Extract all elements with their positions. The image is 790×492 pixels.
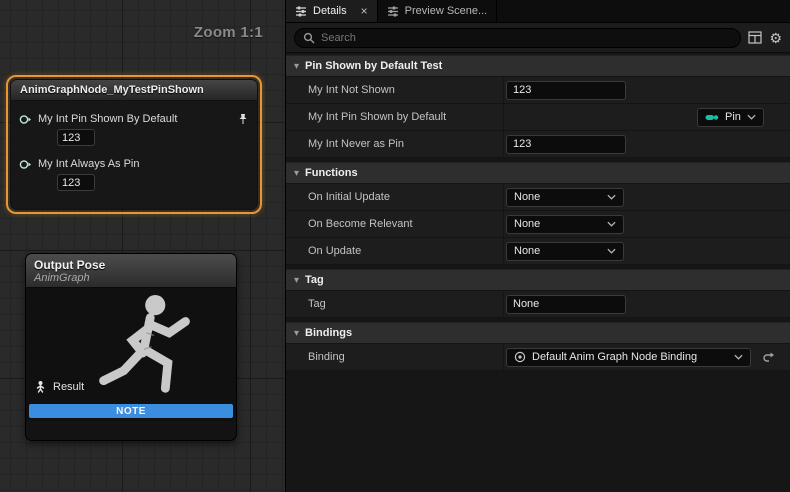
property-list: ▾ Pin Shown by Default Test My Int Not S… <box>286 53 790 492</box>
mannequin-image <box>84 290 224 416</box>
chevron-down-icon <box>607 221 616 227</box>
section-header-bindings[interactable]: ▾ Bindings <box>286 322 790 344</box>
pin-row: My Int Pin Shown By Default <box>19 113 249 125</box>
section-title: Tag <box>305 274 324 286</box>
node-body: My Int Pin Shown By Default My Int Alway… <box>11 101 257 209</box>
my-int-not-shown-input[interactable] <box>506 81 626 100</box>
node-subtitle: AnimGraph <box>34 272 228 284</box>
tag-input[interactable] <box>506 295 626 314</box>
chevron-down-icon: ▾ <box>294 328 299 339</box>
search-input[interactable] <box>321 32 732 44</box>
output-pose-node[interactable]: Output Pose AnimGraph <box>25 253 237 441</box>
chevron-down-icon <box>734 354 743 360</box>
dropdown-value: None <box>514 245 601 257</box>
property-row-on-become-relevant: On Become Relevant None <box>286 211 790 238</box>
tab-details[interactable]: Details × <box>286 0 378 22</box>
property-label: My Int Not Shown <box>286 77 504 103</box>
property-label: Tag <box>286 291 504 317</box>
chevron-down-icon: ▾ <box>294 61 299 72</box>
chevron-down-icon <box>607 248 616 254</box>
close-icon[interactable]: × <box>361 4 368 18</box>
tab-label: Preview Scene... <box>405 5 488 17</box>
property-label: On Update <box>286 238 504 264</box>
search-box[interactable] <box>294 28 741 48</box>
settings-gear-icon[interactable]: ⚙ <box>769 31 782 45</box>
property-label: On Become Relevant <box>286 211 504 237</box>
note-badge[interactable]: NOTE <box>29 404 233 418</box>
property-label: Binding <box>286 344 504 370</box>
anim-graph-viewport[interactable]: Zoom 1:1 AnimGraphNode_MyTestPinShown My… <box>0 0 285 492</box>
pin-visibility-icon[interactable] <box>237 113 249 125</box>
preview-scene-tab-icon <box>387 5 399 17</box>
node-header: Output Pose AnimGraph <box>26 254 236 288</box>
section-header-tag[interactable]: ▾ Tag <box>286 269 790 291</box>
reset-to-default-icon[interactable] <box>763 352 775 363</box>
chevron-down-icon: ▾ <box>294 275 299 286</box>
property-label: My Int Never as Pin <box>286 131 504 157</box>
result-pin[interactable]: Result <box>34 380 84 393</box>
chevron-down-icon <box>607 194 616 200</box>
section-header-functions[interactable]: ▾ Functions <box>286 162 790 184</box>
property-row-on-update: On Update None <box>286 238 790 265</box>
pin-value-input[interactable] <box>57 129 95 146</box>
zoom-level-label: Zoom 1:1 <box>194 24 263 41</box>
int-pin-icon[interactable] <box>19 159 32 170</box>
section-title: Functions <box>305 167 358 179</box>
anim-graph-test-node[interactable]: AnimGraphNode_MyTestPinShown My Int Pin … <box>6 75 262 214</box>
details-tab-icon <box>295 5 307 17</box>
tab-bar: Details × Preview Scene... <box>286 0 790 23</box>
property-row-tag: Tag <box>286 291 790 318</box>
search-row: ⚙ <box>286 23 790 53</box>
pin-value-input[interactable] <box>57 174 95 191</box>
tab-preview-scene[interactable]: Preview Scene... <box>378 0 498 22</box>
dropdown-value: None <box>514 191 601 203</box>
int-pin-icon[interactable] <box>19 114 32 125</box>
chevron-down-icon <box>747 114 756 120</box>
node-title[interactable]: AnimGraphNode_MyTestPinShown <box>11 80 257 101</box>
pin-icon <box>705 113 719 122</box>
on-update-dropdown[interactable]: None <box>506 242 624 261</box>
pin-mode-dropdown[interactable]: Pin <box>697 108 764 127</box>
property-label: On Initial Update <box>286 184 504 210</box>
on-initial-update-dropdown[interactable]: None <box>506 188 624 207</box>
my-int-never-as-pin-input[interactable] <box>506 135 626 154</box>
property-row-binding: Binding Default Anim Graph Node Binding <box>286 344 790 371</box>
pin-label: My Int Always As Pin <box>38 158 249 170</box>
binding-icon <box>514 351 526 363</box>
property-row-my-int-never-as-pin: My Int Never as Pin <box>286 131 790 158</box>
dropdown-value: Default Anim Graph Node Binding <box>532 351 728 363</box>
binding-dropdown[interactable]: Default Anim Graph Node Binding <box>506 348 751 367</box>
property-row-on-initial-update: On Initial Update None <box>286 184 790 211</box>
section-title: Bindings <box>305 327 352 339</box>
property-row-my-int-not-shown: My Int Not Shown <box>286 77 790 104</box>
details-panel: Details × Preview Scene... <box>285 0 790 492</box>
node-inner: AnimGraphNode_MyTestPinShown My Int Pin … <box>10 79 258 210</box>
pin-row: My Int Always As Pin <box>19 158 249 170</box>
tab-label: Details <box>313 5 347 17</box>
dropdown-value: None <box>514 218 601 230</box>
node-body: Result NOTE <box>26 288 236 421</box>
property-row-my-int-pin-shown-by-default: My Int Pin Shown by Default Pin <box>286 104 790 131</box>
search-icon <box>303 32 315 44</box>
column-view-icon[interactable] <box>748 31 762 44</box>
result-pin-label: Result <box>53 381 84 393</box>
on-become-relevant-dropdown[interactable]: None <box>506 215 624 234</box>
section-header-pin-shown-by-default-test[interactable]: ▾ Pin Shown by Default Test <box>286 55 790 77</box>
anim-blueprint-editor: Zoom 1:1 AnimGraphNode_MyTestPinShown My… <box>0 0 790 492</box>
chevron-down-icon: ▾ <box>294 168 299 179</box>
dropdown-value: Pin <box>725 111 741 123</box>
property-label: My Int Pin Shown by Default <box>286 104 504 130</box>
pose-pin-icon <box>34 380 47 393</box>
node-title: Output Pose <box>34 258 228 272</box>
section-title: Pin Shown by Default Test <box>305 60 442 72</box>
pin-label: My Int Pin Shown By Default <box>38 113 231 125</box>
